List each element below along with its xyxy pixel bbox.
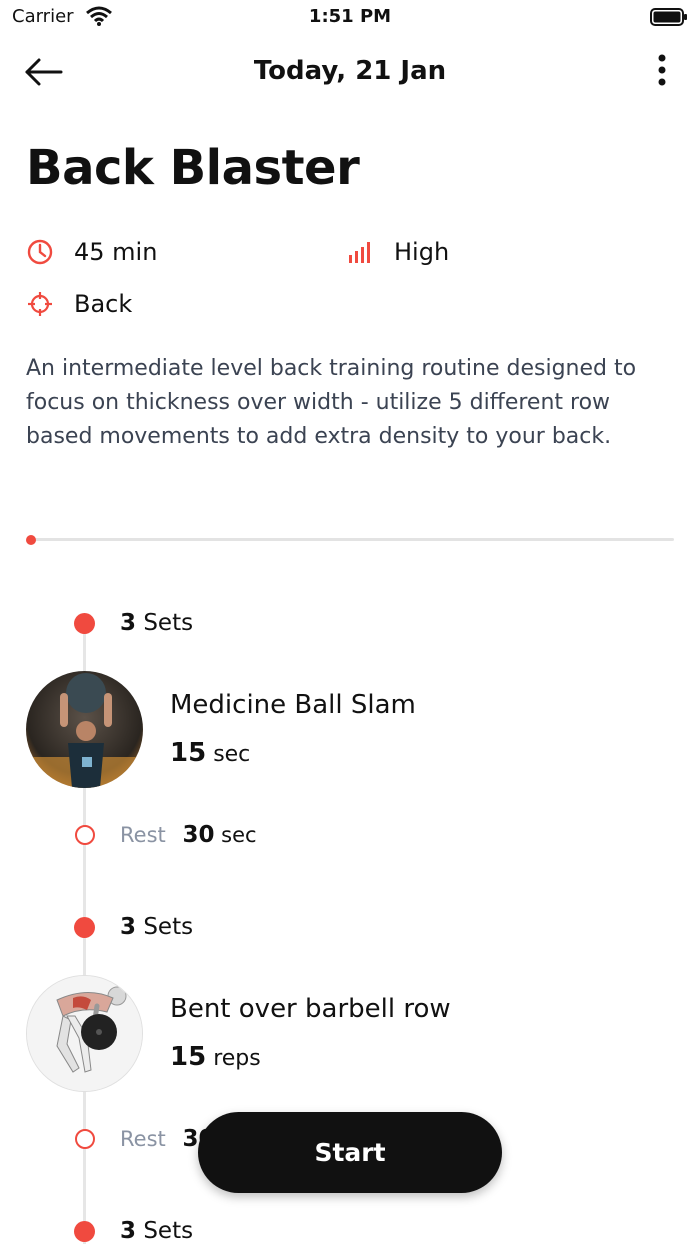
workout-title: Back Blaster xyxy=(26,140,360,196)
sets-count: 3 xyxy=(120,1218,137,1244)
rest-amount: 30 xyxy=(182,822,215,848)
exercise-amount-value: 15 xyxy=(170,738,207,768)
sets-label: 3 Sets xyxy=(120,610,193,636)
clock-icon xyxy=(26,238,54,266)
sets-count: 3 xyxy=(120,610,137,636)
exercise-name[interactable]: Medicine Ball Slam xyxy=(170,690,416,720)
exercise-amount-unit: reps xyxy=(213,1046,261,1071)
focus-value: Back xyxy=(74,290,133,318)
exercise-amount: 15 reps xyxy=(170,1042,261,1072)
set-dot xyxy=(74,1221,95,1242)
crosshair-icon xyxy=(26,290,54,318)
rest-dot xyxy=(75,1129,95,1149)
rest-value: 30 sec xyxy=(182,822,257,848)
battery-icon xyxy=(650,8,688,31)
more-options-button[interactable] xyxy=(650,52,674,92)
rest-unit: sec xyxy=(221,823,257,847)
rest-dot xyxy=(75,825,95,845)
sets-unit: Sets xyxy=(143,914,194,940)
set-dot xyxy=(74,613,95,634)
rest-row: Rest 30 sec xyxy=(120,822,257,848)
exercise-thumbnail-medicine-ball[interactable] xyxy=(26,671,143,788)
sets-unit: Sets xyxy=(143,1218,194,1244)
rest-label: Rest xyxy=(120,1127,166,1151)
exercise-amount-value: 15 xyxy=(170,1042,207,1072)
nav-bar: Today, 21 Jan xyxy=(0,44,700,100)
progress-knob[interactable] xyxy=(26,535,36,545)
focus-meta: Back xyxy=(26,290,132,318)
sets-unit: Sets xyxy=(143,610,194,636)
set-dot xyxy=(74,917,95,938)
sets-label: 3 Sets xyxy=(120,914,193,940)
intensity-meta: High xyxy=(346,238,449,266)
vertical-dots-icon xyxy=(658,54,666,86)
signal-bars-icon xyxy=(346,238,374,266)
intensity-value: High xyxy=(394,238,450,266)
status-bar: Carrier 1:51 PM xyxy=(0,0,700,36)
sets-count: 3 xyxy=(120,914,137,940)
status-time: 1:51 PM xyxy=(308,6,392,27)
workout-description: An intermediate level back training rout… xyxy=(26,356,637,449)
sets-label: 3 Sets xyxy=(120,1218,193,1244)
exercise-amount: 15 sec xyxy=(170,738,250,768)
exercise-thumbnail-barbell-row[interactable] xyxy=(26,975,143,1092)
start-button[interactable]: Start xyxy=(198,1112,502,1193)
rest-label: Rest xyxy=(120,823,166,847)
exercise-name[interactable]: Bent over barbell row xyxy=(170,994,451,1024)
page-title: Today, 21 Jan xyxy=(253,56,447,86)
progress-track[interactable] xyxy=(30,538,674,541)
duration-value: 45 min xyxy=(74,238,158,266)
duration-meta: 45 min xyxy=(26,238,157,266)
exercise-amount-unit: sec xyxy=(213,742,251,767)
